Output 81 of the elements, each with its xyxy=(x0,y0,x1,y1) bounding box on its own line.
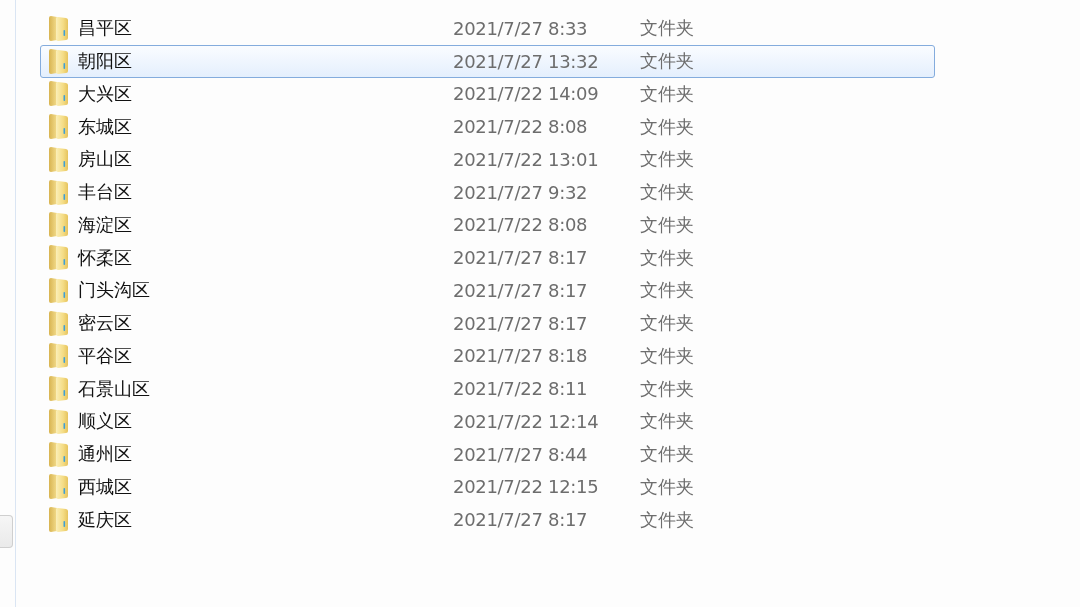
folder-name: 顺义区 xyxy=(78,409,132,434)
folder-icon xyxy=(48,179,68,205)
modified-date: 2021/7/27 8:44 xyxy=(453,443,588,465)
folder-icon xyxy=(48,15,68,41)
folder-icon xyxy=(48,343,68,369)
file-type: 文件夹 xyxy=(640,49,694,74)
modified-date: 2021/7/22 8:08 xyxy=(453,214,588,236)
folder-name: 怀柔区 xyxy=(78,245,132,270)
file-type: 文件夹 xyxy=(640,212,694,237)
file-row[interactable]: 石景山区 2021/7/22 8:11 文件夹 xyxy=(40,372,935,405)
modified-date: 2021/7/27 13:32 xyxy=(453,50,599,72)
file-row[interactable]: 海淀区 2021/7/22 8:08 文件夹 xyxy=(40,208,935,242)
folder-name: 大兴区 xyxy=(78,81,132,106)
file-row[interactable]: 平谷区 2021/7/27 8:18 文件夹 xyxy=(40,339,935,373)
file-type: 文件夹 xyxy=(640,147,694,172)
folder-name: 东城区 xyxy=(78,114,132,139)
modified-date: 2021/7/22 13:01 xyxy=(453,148,599,170)
folder-name: 延庆区 xyxy=(78,507,132,532)
file-type: 文件夹 xyxy=(640,507,694,532)
folder-name: 密云区 xyxy=(78,311,132,336)
folder-icon xyxy=(48,81,68,107)
modified-date: 2021/7/22 12:14 xyxy=(453,410,599,432)
folder-icon xyxy=(48,114,68,140)
folder-icon xyxy=(48,212,68,238)
modified-date: 2021/7/22 14:09 xyxy=(453,83,599,105)
file-row[interactable]: 顺义区 2021/7/22 12:14 文件夹 xyxy=(40,405,935,438)
modified-date: 2021/7/27 9:32 xyxy=(453,181,588,203)
folder-name: 朝阳区 xyxy=(78,49,132,74)
file-type: 文件夹 xyxy=(640,114,694,139)
modified-date: 2021/7/27 8:33 xyxy=(453,17,588,39)
folder-name: 昌平区 xyxy=(78,16,132,41)
file-type: 文件夹 xyxy=(640,343,694,368)
folder-icon xyxy=(48,441,68,467)
file-type: 文件夹 xyxy=(640,245,694,270)
folder-name: 海淀区 xyxy=(78,212,132,237)
folder-name: 西城区 xyxy=(78,474,132,499)
modified-date: 2021/7/27 8:17 xyxy=(453,279,588,301)
file-type: 文件夹 xyxy=(640,474,694,499)
file-row[interactable]: 通州区 2021/7/27 8:44 文件夹 xyxy=(40,437,935,471)
modified-date: 2021/7/22 8:08 xyxy=(453,116,588,138)
folder-name: 房山区 xyxy=(78,147,132,172)
folder-icon xyxy=(48,408,68,434)
folder-icon xyxy=(48,48,68,74)
modified-date: 2021/7/27 8:17 xyxy=(453,247,588,269)
file-row[interactable]: 大兴区 2021/7/22 14:09 文件夹 xyxy=(40,77,935,111)
file-type: 文件夹 xyxy=(640,180,694,205)
file-row[interactable]: 延庆区 2021/7/27 8:17 文件夹 xyxy=(40,503,935,536)
modified-date: 2021/7/27 8:18 xyxy=(453,345,588,367)
folder-name: 石景山区 xyxy=(78,376,150,401)
file-type: 文件夹 xyxy=(640,16,694,41)
folder-icon xyxy=(48,474,68,500)
modified-date: 2021/7/22 8:11 xyxy=(453,378,588,400)
modified-date: 2021/7/27 8:17 xyxy=(453,312,588,334)
scrollbar-thumb[interactable] xyxy=(0,515,13,548)
folder-name: 丰台区 xyxy=(78,180,132,205)
file-type: 文件夹 xyxy=(640,311,694,336)
folder-name: 通州区 xyxy=(78,442,132,467)
folder-icon xyxy=(48,277,68,303)
modified-date: 2021/7/27 8:17 xyxy=(453,509,588,531)
folder-name: 平谷区 xyxy=(78,343,132,368)
file-row[interactable]: 朝阳区 2021/7/27 13:32 文件夹 xyxy=(40,44,935,78)
folder-name: 门头沟区 xyxy=(78,278,150,303)
folder-icon xyxy=(48,245,68,271)
file-type: 文件夹 xyxy=(640,278,694,303)
file-row[interactable]: 密云区 2021/7/27 8:17 文件夹 xyxy=(40,306,935,340)
file-type: 文件夹 xyxy=(640,442,694,467)
file-type: 文件夹 xyxy=(640,409,694,434)
folder-icon xyxy=(48,310,68,336)
folder-icon xyxy=(48,146,68,172)
modified-date: 2021/7/22 12:15 xyxy=(453,476,599,498)
file-row[interactable]: 昌平区 2021/7/27 8:33 文件夹 xyxy=(40,12,935,45)
folder-icon xyxy=(48,507,68,533)
file-row[interactable]: 门头沟区 2021/7/27 8:17 文件夹 xyxy=(40,274,935,307)
file-row[interactable]: 西城区 2021/7/22 12:15 文件夹 xyxy=(40,470,935,504)
file-type: 文件夹 xyxy=(640,81,694,106)
file-row[interactable]: 东城区 2021/7/22 8:08 文件夹 xyxy=(40,110,935,143)
file-row[interactable]: 房山区 2021/7/22 13:01 文件夹 xyxy=(40,143,935,176)
file-row[interactable]: 怀柔区 2021/7/27 8:17 文件夹 xyxy=(40,241,935,274)
file-row[interactable]: 丰台区 2021/7/27 9:32 文件夹 xyxy=(40,175,935,209)
file-type: 文件夹 xyxy=(640,376,694,401)
folder-icon xyxy=(48,376,68,402)
